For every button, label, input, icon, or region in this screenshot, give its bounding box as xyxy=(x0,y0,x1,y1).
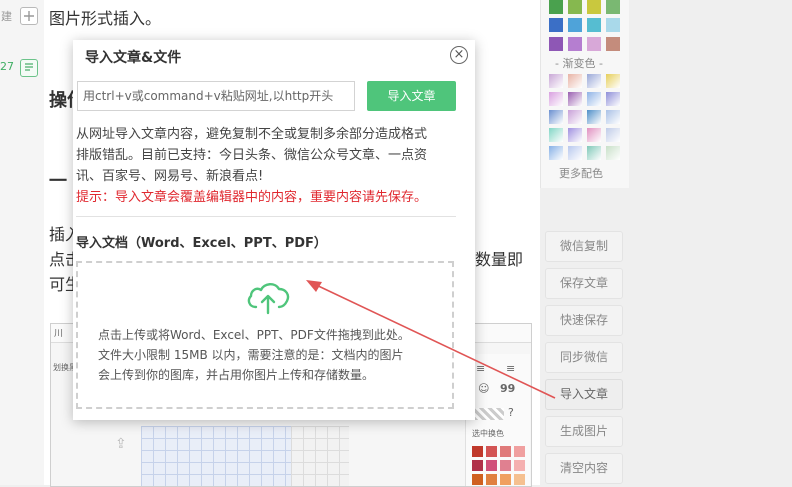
document-icon[interactable] xyxy=(20,59,38,77)
color-swatch[interactable] xyxy=(606,18,620,32)
color-swatch[interactable] xyxy=(587,18,601,32)
gradient-swatch[interactable] xyxy=(549,92,563,106)
editor-dash: 一 xyxy=(49,171,67,192)
gradient-swatch[interactable] xyxy=(568,146,582,160)
color-swatch[interactable] xyxy=(568,0,582,14)
embedded-swatch xyxy=(514,446,525,457)
import-document-title: 导入文档（Word、Excel、PPT、PDF） xyxy=(76,236,327,251)
generate-image-button[interactable]: 生成图片 xyxy=(545,416,623,447)
embedded-top-label: 川 xyxy=(54,329,64,339)
editor-right-partial: 数量即 xyxy=(475,250,524,269)
divider xyxy=(76,216,456,217)
embedded-select-color-label: 选中换色 xyxy=(472,429,504,438)
color-swatch[interactable] xyxy=(568,37,582,51)
gradient-label: - 渐变色 - xyxy=(555,57,603,70)
gradient-swatch[interactable] xyxy=(606,92,620,106)
embedded-quote-label: 99 xyxy=(500,382,516,395)
left-toolbar-strip: 建 27 xyxy=(0,0,45,485)
save-article-button[interactable]: 保存文章 xyxy=(545,268,623,299)
color-swatch[interactable] xyxy=(568,18,582,32)
embedded-swatch xyxy=(500,460,511,471)
color-swatch[interactable] xyxy=(587,37,601,51)
gradient-swatch[interactable] xyxy=(606,128,620,142)
clear-content-button[interactable]: 清空内容 xyxy=(545,453,623,484)
wechat-copy-button[interactable]: 微信复制 xyxy=(545,231,623,262)
gradient-swatch[interactable] xyxy=(549,146,563,160)
gradient-swatch[interactable] xyxy=(587,92,601,106)
upload-line: 点击上传或将Word、Excel、PPT、PDF文件拖拽到此处。 xyxy=(98,328,410,342)
color-swatch[interactable] xyxy=(587,0,601,14)
embedded-swatch xyxy=(472,460,483,471)
description-line: 排版错乱。目前已支持：今日头条、微信公众号文章、一点资 xyxy=(76,148,428,163)
gradient-swatch[interactable] xyxy=(606,110,620,124)
import-description: 从网址导入文章内容，避免复制不全或复制多余部分造成格式 排版错乱。目前已支持：今… xyxy=(76,124,461,187)
embedded-swatch xyxy=(514,460,525,471)
description-line: 讯、百家号、网易号、新浪看点! xyxy=(76,169,264,184)
embedded-swatch xyxy=(486,474,497,485)
upload-instructions: 点击上传或将Word、Excel、PPT、PDF文件拖拽到此处。 文件大小限制 … xyxy=(98,325,438,385)
description-line: 从网址导入文章内容，避免复制不全或复制多余部分造成格式 xyxy=(76,127,428,142)
color-swatch[interactable] xyxy=(549,37,563,51)
color-swatch[interactable] xyxy=(606,0,620,14)
gradient-swatch[interactable] xyxy=(568,92,582,106)
embedded-swatch xyxy=(486,460,497,471)
embedded-swatch xyxy=(472,474,483,485)
left-strip-label-2: 27 xyxy=(0,60,14,73)
embedded-help-icon: ? xyxy=(508,406,514,419)
embedded-swatch xyxy=(472,446,483,457)
gradient-swatch[interactable] xyxy=(568,74,582,88)
embedded-grid xyxy=(141,426,291,486)
embedded-swatch xyxy=(500,474,511,485)
upload-line: 会上传到你的图库，并占用你图片上传和存储数量。 xyxy=(98,368,375,382)
gradient-swatch[interactable] xyxy=(587,146,601,160)
warning-text: 提示：导入文章会覆盖编辑器中的内容，重要内容请先保存。 xyxy=(76,190,428,205)
gradient-swatch[interactable] xyxy=(587,128,601,142)
gradient-swatch[interactable] xyxy=(549,110,563,124)
close-icon[interactable]: × xyxy=(450,46,468,64)
gradient-swatch[interactable] xyxy=(549,74,563,88)
sync-wechat-button[interactable]: 同步微信 xyxy=(545,342,623,373)
embedded-upload-icon: ⇪ xyxy=(115,436,127,452)
import-article-button[interactable]: 导入文章 xyxy=(367,81,456,111)
cloud-upload-icon xyxy=(247,283,290,315)
embedded-transparent-swatch xyxy=(474,408,504,420)
embedded-swatch xyxy=(486,446,497,457)
gradient-swatch[interactable] xyxy=(587,110,601,124)
embedded-align-icon: ≡ xyxy=(476,362,486,375)
gradient-swatch[interactable] xyxy=(606,146,620,160)
color-swatch[interactable] xyxy=(606,37,620,51)
import-dialog: 导入文章&文件 × 导入文章 从网址导入文章内容，避免复制不全或复制多余部分造成… xyxy=(73,40,475,420)
gradient-swatch[interactable] xyxy=(568,128,582,142)
gradient-swatch[interactable] xyxy=(568,110,582,124)
color-palette-panel: - 渐变色 - 更多配色 xyxy=(540,0,629,188)
embedded-smile-icon: ☺ xyxy=(478,382,490,395)
plus-square-icon[interactable] xyxy=(20,7,38,25)
import-article-side-button[interactable]: 导入文章 xyxy=(545,379,623,410)
gradient-swatch[interactable] xyxy=(606,74,620,88)
file-dropzone[interactable]: 点击上传或将Word、Excel、PPT、PDF文件拖拽到此处。 文件大小限制 … xyxy=(76,261,454,409)
gradient-swatch[interactable] xyxy=(549,128,563,142)
url-input[interactable] xyxy=(77,81,355,111)
quick-save-button[interactable]: 快速保存 xyxy=(545,305,623,336)
left-strip-label-1: 建 xyxy=(1,10,12,23)
embedded-swatch xyxy=(500,446,511,457)
color-swatch[interactable] xyxy=(549,0,563,14)
editor-line-1: 图片形式插入。 xyxy=(49,9,162,28)
upload-line: 文件大小限制 15MB 以内，需要注意的是：文档内的图片 xyxy=(98,348,404,362)
embedded-swatch xyxy=(514,474,525,485)
embedded-align2-icon: ≡ xyxy=(506,362,516,375)
dialog-title: 导入文章&文件 xyxy=(85,50,182,66)
more-colors-link[interactable]: 更多配色 xyxy=(559,165,603,181)
gradient-swatch[interactable] xyxy=(587,74,601,88)
embedded-grid-right xyxy=(291,426,349,486)
color-swatch[interactable] xyxy=(549,18,563,32)
